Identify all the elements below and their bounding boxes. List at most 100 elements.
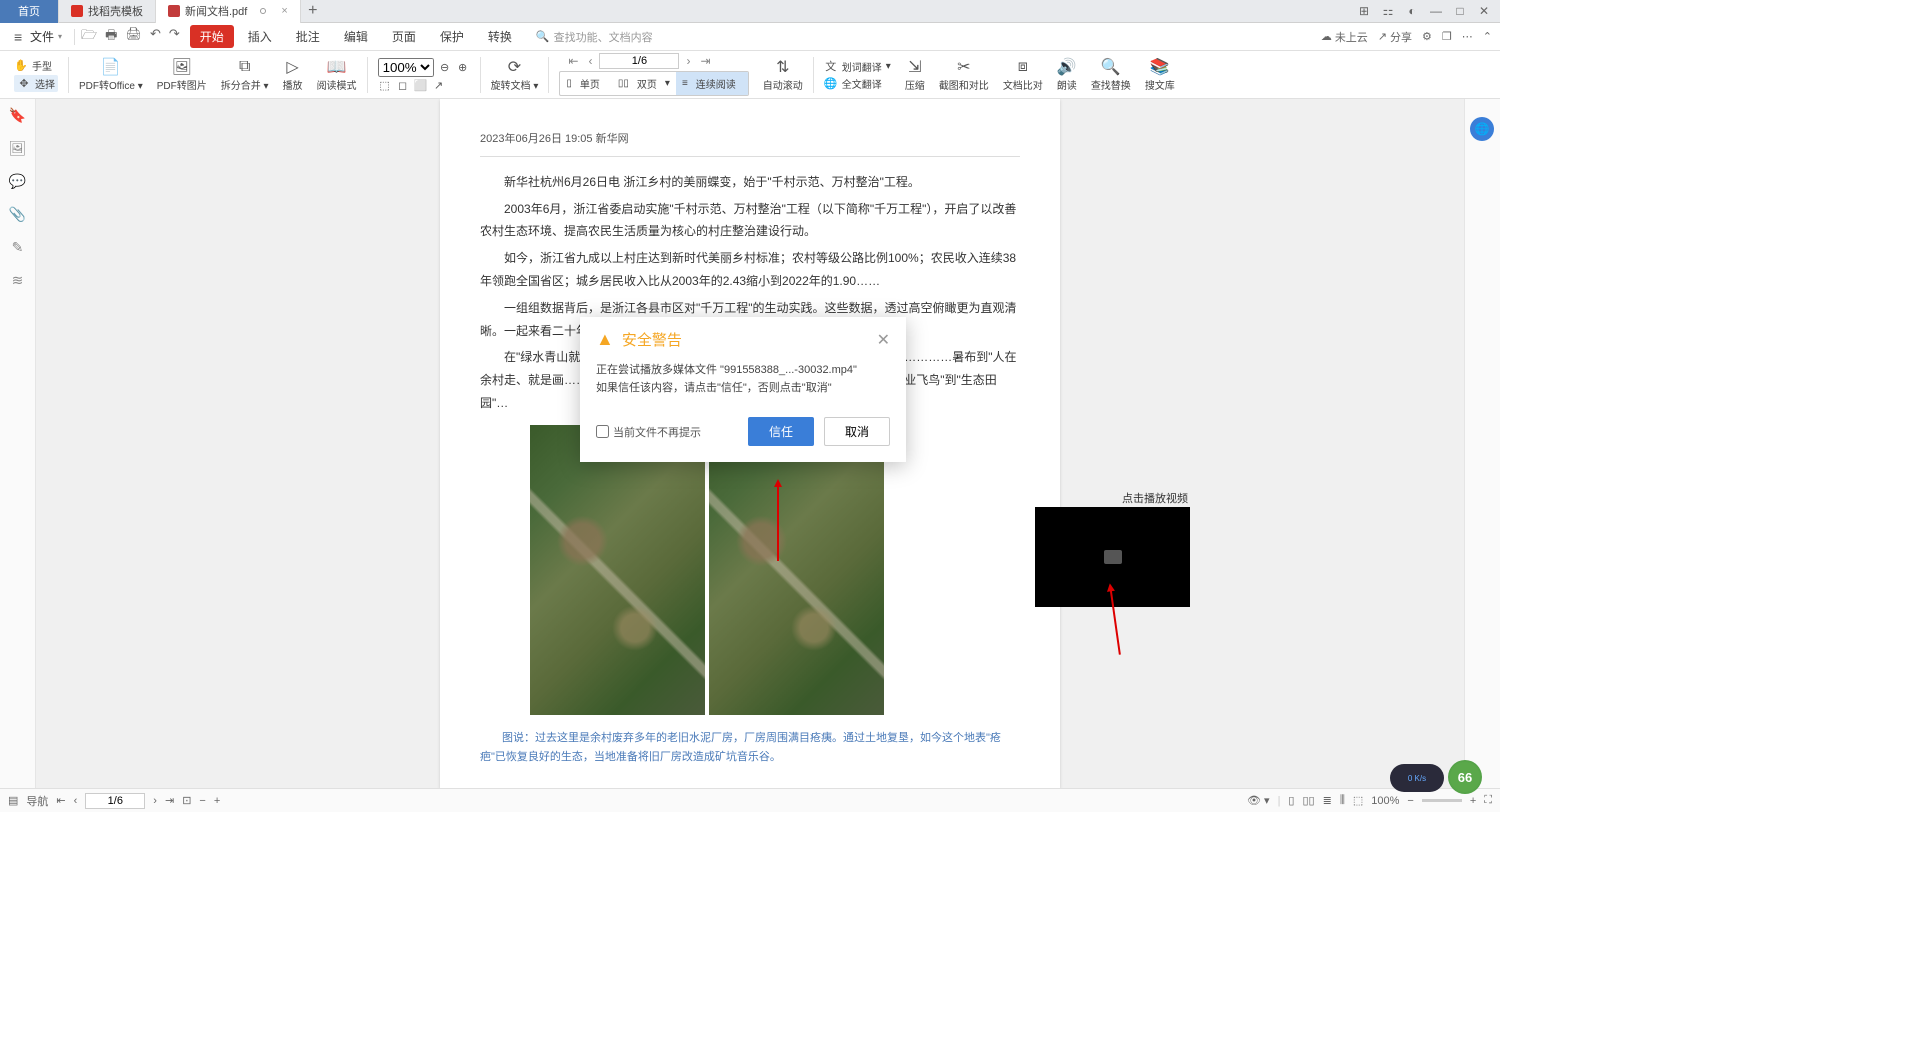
tab-home[interactable]: 首页 xyxy=(0,0,59,23)
continuous-page[interactable]: ≡ 连续阅读 xyxy=(676,72,748,95)
thumbnail-icon[interactable]: 🖼 xyxy=(9,140,27,157)
trust-button[interactable]: 信任 xyxy=(748,417,814,446)
close-window-icon[interactable]: ✕ xyxy=(1474,1,1494,21)
zoom-out-icon[interactable]: ⊖ xyxy=(438,61,452,74)
full-translate[interactable]: 🌐全文翻译 xyxy=(824,76,891,91)
marquee-icon[interactable]: ↗ xyxy=(432,79,446,92)
hand-tool[interactable]: ✋手型 xyxy=(14,58,58,73)
file-menu[interactable]: 文件▾ xyxy=(8,28,68,45)
view-cont-icon[interactable]: ≣ xyxy=(1323,794,1332,807)
tab-indicator-icon xyxy=(260,8,266,14)
sb-fit2-icon[interactable]: ⬚ xyxy=(1353,794,1363,807)
tab-template[interactable]: 找稻壳模板 xyxy=(59,0,156,23)
zoom-slider[interactable] xyxy=(1422,799,1462,802)
tab-close-icon[interactable]: × xyxy=(281,5,287,17)
zoom-in-icon[interactable]: ⊕ xyxy=(456,61,470,74)
sb-last-icon[interactable]: ⇥ xyxy=(165,794,174,807)
comment-icon[interactable]: 💬 xyxy=(9,173,26,190)
menu-protect[interactable]: 保护 xyxy=(430,25,474,48)
sb-first-icon[interactable]: ⇤ xyxy=(56,794,65,807)
attachment-icon[interactable]: 📎 xyxy=(9,206,26,223)
read-aloud[interactable]: 🔊朗读 xyxy=(1051,51,1083,98)
apps-icon[interactable]: ⚏ xyxy=(1378,1,1398,21)
zoom-select[interactable]: 100% xyxy=(378,58,434,77)
feedback-icon[interactable]: ❐ xyxy=(1442,30,1452,43)
next-page-icon[interactable]: › xyxy=(683,54,693,68)
pdf-to-image[interactable]: 🖼PDF转图片 xyxy=(151,51,213,98)
sb-next-icon[interactable]: › xyxy=(153,795,157,807)
sb-zoom-in-icon[interactable]: + xyxy=(214,795,220,807)
pdf-to-office[interactable]: 📄PDF转Office ▾ xyxy=(73,51,149,98)
redo-icon[interactable]: ↷ xyxy=(169,26,180,48)
sb-prev-icon[interactable]: ‹ xyxy=(74,795,78,807)
split-merge[interactable]: ⧉拆分合并 ▾ xyxy=(215,51,275,98)
auto-scroll[interactable]: ⇅自动滚动 xyxy=(757,51,809,98)
bookmark-icon[interactable]: 🔖 xyxy=(9,107,26,124)
settings-icon[interactable]: ⚙ xyxy=(1422,30,1432,43)
sb-fit-icon[interactable]: ⊡ xyxy=(182,794,191,807)
signature-icon[interactable]: ✎ xyxy=(12,239,24,256)
tab-add-button[interactable]: + xyxy=(301,2,325,20)
left-sidebar: 🔖 🖼 💬 📎 ✎ ≋ xyxy=(0,99,36,788)
checkbox[interactable] xyxy=(596,425,609,438)
view-double-icon[interactable]: ▯▯ xyxy=(1302,794,1314,807)
scroll-icon: ⇅ xyxy=(776,57,789,77)
search-box[interactable]: 🔍查找功能、文档内容 xyxy=(536,29,653,45)
select-tool[interactable]: ✥选择 xyxy=(14,75,58,92)
more-icon[interactable]: ⋯ xyxy=(1462,30,1473,43)
read-mode[interactable]: 📖阅读模式 xyxy=(311,51,363,98)
view-cont2-icon[interactable]: ⫼ xyxy=(1340,794,1345,807)
sb-page-input[interactable] xyxy=(85,793,145,809)
play-button[interactable]: ▷播放 xyxy=(277,51,309,98)
undo-icon[interactable]: ↶ xyxy=(150,26,161,48)
crop-compare[interactable]: ✂截图和对比 xyxy=(933,51,995,98)
avatar-icon[interactable]: ◐ xyxy=(1402,1,1422,21)
layout-icon[interactable]: ⊞ xyxy=(1354,1,1374,21)
menu-convert[interactable]: 转换 xyxy=(478,25,522,48)
maximize-icon[interactable]: □ xyxy=(1450,1,1470,21)
menu-page[interactable]: 页面 xyxy=(382,25,426,48)
single-page[interactable]: ▯ 单页 xyxy=(560,72,612,95)
view-single-icon[interactable]: ▯ xyxy=(1288,794,1294,807)
collapse-ribbon-icon[interactable]: ⌃ xyxy=(1483,30,1492,43)
cancel-button[interactable]: 取消 xyxy=(824,417,890,446)
minimize-icon[interactable]: — xyxy=(1426,1,1446,21)
cloud-status[interactable]: ☁ 未上云 xyxy=(1321,29,1368,45)
no-prompt-checkbox[interactable]: 当前文件不再提示 xyxy=(596,424,738,440)
layers-icon[interactable]: ≋ xyxy=(12,272,24,289)
tab-document[interactable]: 新闻文档.pdf× xyxy=(156,0,301,23)
menu-edit[interactable]: 编辑 xyxy=(334,25,378,48)
nav-pane-icon[interactable]: ▤ xyxy=(8,794,18,807)
fit-width-icon[interactable]: ⬚ xyxy=(378,79,392,92)
fullscreen-icon[interactable]: ⛶ xyxy=(1484,794,1492,807)
save-icon[interactable]: 🖶 xyxy=(105,26,117,48)
page-input[interactable] xyxy=(599,53,679,69)
open-icon[interactable]: 🗁 xyxy=(81,26,97,48)
eye-icon[interactable]: 👁 ▾ xyxy=(1247,794,1270,807)
doc-compare[interactable]: ⧈文档比对 xyxy=(997,51,1049,98)
menu-annotate[interactable]: 批注 xyxy=(286,25,330,48)
share-button[interactable]: ↗ 分享 xyxy=(1378,29,1412,45)
double-page[interactable]: ▯▯ 双页 ▾ xyxy=(612,72,676,95)
float-tool-icon[interactable]: 🌐 xyxy=(1470,117,1494,141)
find-replace[interactable]: 🔍查找替换 xyxy=(1085,51,1137,98)
sb-zoom[interactable]: 100% xyxy=(1371,795,1399,807)
sb-zoom-minus-icon[interactable]: − xyxy=(1407,795,1413,807)
actual-size-icon[interactable]: ⬜ xyxy=(414,79,428,92)
library-icon: 📚 xyxy=(1150,57,1170,77)
word-translate[interactable]: 文划词翻译 ▾ xyxy=(824,58,891,74)
print-icon[interactable]: 🖨 xyxy=(125,26,142,48)
souwenku[interactable]: 📚搜文库 xyxy=(1139,51,1181,98)
fit-page-icon[interactable]: ◻ xyxy=(396,79,410,92)
sb-zoom-plus-icon[interactable]: + xyxy=(1470,795,1476,807)
menu-insert[interactable]: 插入 xyxy=(238,25,282,48)
dialog-close-icon[interactable]: ✕ xyxy=(877,330,890,350)
compress[interactable]: ⇲压缩 xyxy=(899,51,931,98)
menu-start[interactable]: 开始 xyxy=(190,25,234,48)
rotate-doc[interactable]: ⟳旋转文档 ▾ xyxy=(485,51,545,98)
video-thumbnail[interactable] xyxy=(1035,507,1190,607)
last-page-icon[interactable]: ⇥ xyxy=(697,54,713,68)
first-page-icon[interactable]: ⇤ xyxy=(565,54,581,68)
sb-zoom-out-icon[interactable]: − xyxy=(199,795,205,807)
prev-page-icon[interactable]: ‹ xyxy=(585,54,595,68)
